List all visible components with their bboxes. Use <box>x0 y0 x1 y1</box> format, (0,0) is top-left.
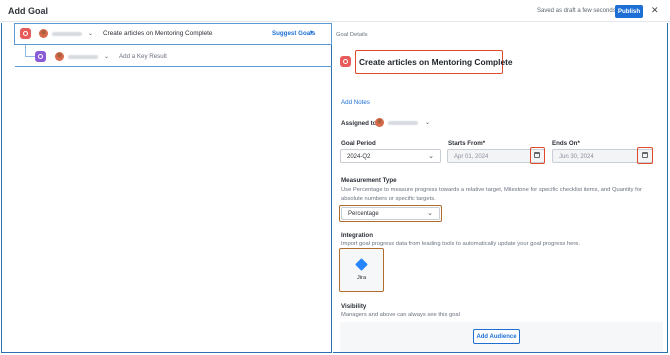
measurement-help-line-1: Use Percentage to measure progress towar… <box>341 187 642 193</box>
avatar <box>375 118 384 127</box>
calendar-icon[interactable] <box>639 149 651 161</box>
add-notes-link[interactable]: Add Notes <box>341 99 370 106</box>
visibility-label: Visibility <box>341 303 367 310</box>
suggest-goals-button[interactable]: Suggest Goals <box>272 30 315 37</box>
measurement-type-select[interactable]: Percentage ⌄ <box>341 207 440 220</box>
measurement-type-value: Percentage <box>348 211 379 217</box>
integration-help: Import goal progress data from leading t… <box>341 241 581 247</box>
goal-tree-title[interactable]: Create articles on Mentoring Complete <box>103 30 212 37</box>
header-bar: Add Goal Saved as draft a few seconds ag… <box>0 0 670 22</box>
assigned-to-label: Assigned to <box>341 120 377 127</box>
goal-target-icon <box>20 28 31 39</box>
publish-button[interactable]: Publish <box>615 5 643 18</box>
assignee-name-blurred <box>68 55 98 59</box>
page-title: Add Goal <box>8 6 48 16</box>
visibility-help: Managers and above can always see this g… <box>341 312 460 318</box>
chevron-down-icon: ⌄ <box>427 210 433 217</box>
measurement-type-label: Measurement Type <box>341 177 397 184</box>
assignee-name-blurred <box>388 121 418 125</box>
measurement-help-line-2: absolute numbers or specific targets. <box>341 196 436 202</box>
chevron-down-icon[interactable]: ⌄ <box>104 53 109 60</box>
suggest-chevron-icon[interactable]: ▾ <box>310 29 313 36</box>
key-result-icon <box>35 51 46 62</box>
ends-on-label: Ends On* <box>552 140 580 147</box>
chevron-down-icon[interactable]: ⌄ <box>88 30 93 37</box>
goal-tree-panel <box>1 23 332 353</box>
goal-title[interactable]: Create articles on Mentoring Complete <box>359 57 513 67</box>
add-key-result-field[interactable]: Add a Key Result <box>119 53 167 60</box>
integration-label: Integration <box>341 232 373 239</box>
assignee-name-blurred <box>52 32 82 36</box>
goal-period-label: Goal Period <box>341 140 376 147</box>
highlight-jira <box>339 248 384 292</box>
starts-from-value: Apr 01, 2024 <box>454 154 489 160</box>
chevron-down-icon: ⌄ <box>428 153 434 160</box>
goal-period-select[interactable]: 2024-Q2 ⌄ <box>340 149 441 163</box>
chevron-down-icon[interactable]: ⌄ <box>425 119 430 126</box>
add-audience-button[interactable]: Add Audience <box>473 329 520 344</box>
avatar <box>55 52 64 61</box>
avatar <box>39 29 48 38</box>
draft-status: Saved as draft a few seconds ago <box>537 8 628 14</box>
goal-details-label: Goal Details <box>336 32 368 38</box>
goal-period-value: 2024-Q2 <box>347 154 371 160</box>
calendar-icon[interactable] <box>531 149 543 161</box>
close-icon[interactable]: ✕ <box>651 5 659 16</box>
tree-connector <box>25 45 26 56</box>
goal-target-icon <box>340 56 351 67</box>
ends-on-value: Jun 30, 2024 <box>559 154 594 160</box>
tree-divider <box>15 66 332 67</box>
starts-from-label: Starts From* <box>448 140 486 147</box>
